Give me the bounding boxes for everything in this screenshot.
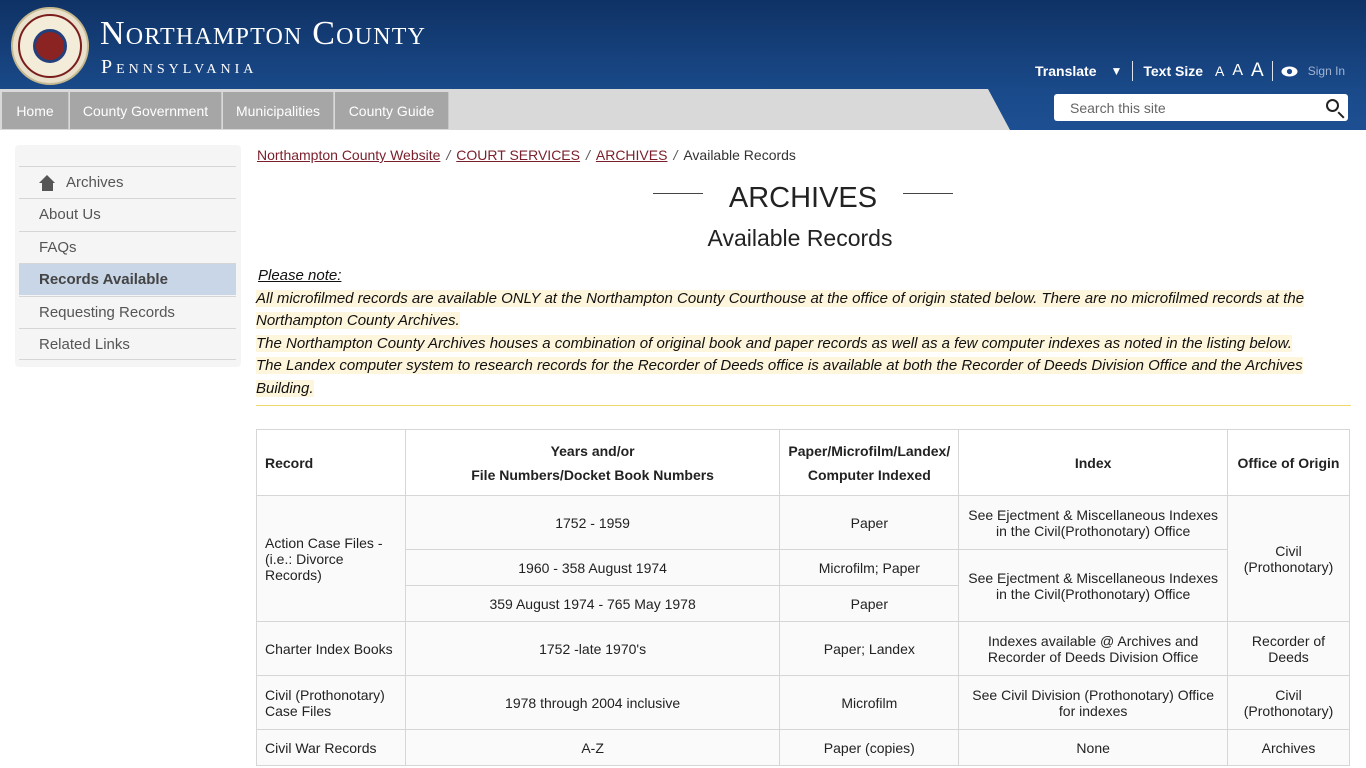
county-seal-logo[interactable] <box>11 7 89 85</box>
text-size-small-button[interactable]: A <box>1215 63 1224 79</box>
chevron-down-icon[interactable]: ▼ <box>1110 64 1122 78</box>
breadcrumb-link-home[interactable]: Northampton County Website <box>257 147 440 163</box>
table-header-row: Record Years and/or File Numbers/Docket B… <box>256 429 1350 496</box>
sidebar-item-requesting-records[interactable]: Requesting Records <box>19 296 236 328</box>
cell-years: 1752 - 1959 <box>404 495 781 550</box>
text-size-large-button[interactable]: A <box>1251 60 1264 82</box>
cell-format: Paper (copies) <box>779 729 960 766</box>
cell-format: Microfilm <box>779 675 960 730</box>
breadcrumb-current: Available Records <box>683 147 796 163</box>
translate-button[interactable]: Translate <box>1035 63 1096 79</box>
nav-county-government[interactable]: County Government <box>70 92 222 129</box>
note-line: Northampton County Archives. <box>256 312 460 329</box>
note-line: All microfilmed records are available ON… <box>256 289 1305 307</box>
cell-index: None <box>958 729 1228 766</box>
cell-record: Charter Index Books <box>256 621 406 676</box>
sidebar-item-records-available[interactable]: Records Available <box>19 263 236 295</box>
sidebar-item-archives[interactable]: Archives <box>19 166 236 198</box>
column-header-office: Office of Origin <box>1227 429 1350 496</box>
sidebar-item-faqs[interactable]: FAQs <box>19 231 236 263</box>
text-size-label: Text Size <box>1143 63 1204 79</box>
breadcrumb: Northampton County Website / COURT SERVICE… <box>257 147 796 163</box>
breadcrumb-separator: / <box>446 147 451 163</box>
breadcrumb-separator: / <box>585 147 590 163</box>
table-row: Action Case Files - (i.e.: Divorce Recor… <box>256 495 1350 622</box>
header-line: Computer Indexed <box>807 466 931 483</box>
nav-municipalities[interactable]: Municipalities <box>223 92 334 129</box>
column-header-years: Years and/or File Numbers/Docket Book Num… <box>404 429 781 496</box>
note-line: The Landex computer system to research r… <box>256 357 1303 397</box>
cell-office: Archives <box>1227 729 1350 766</box>
table-row: Civil War Records A-Z Paper (copies) Non… <box>256 729 1350 766</box>
note-block: Please note: All microfilmed records are… <box>256 265 1356 400</box>
column-header-record: Record <box>256 429 406 496</box>
header-line: Years and/or <box>550 442 635 459</box>
breadcrumb-link-archives[interactable]: ARCHIVES <box>596 147 668 163</box>
cell-office: Civil (Prothonotary) <box>1227 495 1350 622</box>
table-row: Civil (Prothonotary) Case Files 1978 thr… <box>256 675 1350 730</box>
breadcrumb-link-court-services[interactable]: COURT SERVICES <box>456 147 580 163</box>
cell-years: 1978 through 2004 inclusive <box>404 675 781 730</box>
utility-bar: Translate ▼ Text Size A A A Sign In <box>1035 60 1345 82</box>
note-line: The Northampton County Archives houses a… <box>256 334 1292 352</box>
sidebar: Archives About Us FAQs Records Available… <box>15 145 241 367</box>
divider <box>256 405 1351 406</box>
divider <box>1132 61 1134 81</box>
search-input[interactable]: Search this site <box>1054 94 1348 121</box>
divider <box>1271 61 1273 81</box>
records-table: Record Years and/or File Numbers/Docket B… <box>256 429 1350 766</box>
cell-office: Civil (Prothonotary) <box>1227 675 1350 730</box>
sign-in-link[interactable]: Sign In <box>1308 64 1345 78</box>
cell-office: Recorder of Deeds <box>1227 621 1350 676</box>
cell-index: Indexes available @ Archives and Recorde… <box>958 621 1228 676</box>
column-header-index: Index <box>958 429 1228 496</box>
column-header-format: Paper/Microfilm/Landex/Computer Indexed <box>779 429 960 496</box>
cell-format: Paper <box>779 495 960 550</box>
cell-index: See Ejectment & Miscellaneous Indexes in… <box>958 549 1228 622</box>
breadcrumb-separator: / <box>673 147 678 163</box>
cell-format: Paper <box>779 585 960 622</box>
cell-format: Paper; Landex <box>779 621 960 676</box>
seal-emblem <box>33 29 67 63</box>
search-icon[interactable] <box>1326 99 1339 112</box>
sidebar-item-label: Archives <box>66 174 124 191</box>
sidebar-item-label: Related Links <box>39 335 130 353</box>
sidebar-item-about-us[interactable]: About Us <box>19 198 236 230</box>
sidebar-item-label: Records Available <box>39 271 168 288</box>
cell-record: Civil War Records <box>256 729 406 766</box>
site-subtitle: Pennsylvania <box>101 56 258 78</box>
header-line: File Numbers/Docket Book Numbers <box>471 466 714 483</box>
cell-years: 1752 -late 1970's <box>404 621 781 676</box>
nav-county-guide[interactable]: County Guide <box>335 92 449 129</box>
sidebar-item-label: Requesting Records <box>39 304 175 321</box>
search-placeholder: Search this site <box>1070 99 1166 116</box>
page-title: ARCHIVES <box>728 182 878 214</box>
cell-index: See Civil Division (Prothonotary) Office… <box>958 675 1228 730</box>
note-title: Please note: <box>258 267 342 284</box>
cell-record: Action Case Files - (i.e.: Divorce Recor… <box>256 495 406 622</box>
text-size-medium-button[interactable]: A <box>1232 62 1243 80</box>
sidebar-item-label: About Us <box>39 206 101 223</box>
table-row: Charter Index Books 1752 -late 1970's Pa… <box>256 621 1350 676</box>
cell-years: 359 August 1974 - 765 May 1978 <box>404 585 781 622</box>
cell-index: See Ejectment & Miscellaneous Indexes in… <box>958 495 1228 550</box>
home-icon <box>39 174 56 191</box>
table-row: 1960 - 358 August 1974 Microfilm; Paper … <box>257 549 1350 622</box>
page-subtitle: Available Records <box>707 225 893 251</box>
cell-years: 1960 - 358 August 1974 <box>404 549 781 586</box>
nav-home[interactable]: Home <box>2 92 69 129</box>
sidebar-item-label: FAQs <box>39 239 77 256</box>
cell-record: Civil (Prothonotary) Case Files <box>256 675 406 730</box>
eye-icon[interactable] <box>1281 66 1298 77</box>
seal-ring <box>18 14 82 78</box>
cell-years: A-Z <box>404 729 781 766</box>
cell-format: Microfilm; Paper <box>779 549 960 586</box>
site-title[interactable]: Northampton County <box>100 16 426 52</box>
sidebar-item-related-links[interactable]: Related Links <box>19 328 236 360</box>
header-line: Paper/Microfilm/Landex/ <box>788 442 951 459</box>
